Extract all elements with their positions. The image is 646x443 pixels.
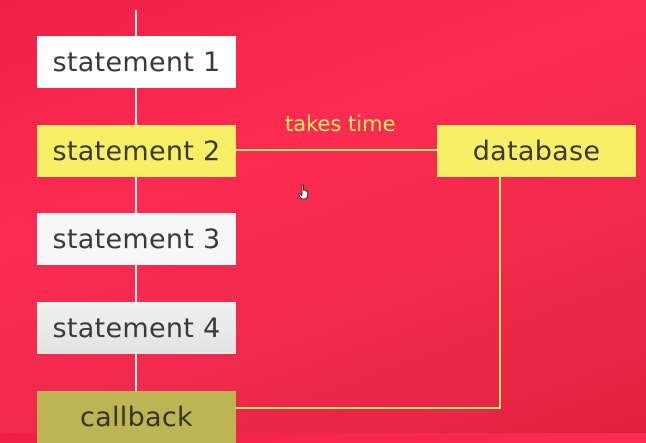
response-connector	[236, 177, 501, 409]
callback-box: callback	[37, 391, 236, 443]
statement-2-label: statement 2	[52, 135, 221, 167]
database-box: database	[437, 125, 636, 177]
diagram: statement 1 statement 2 statement 3 stat…	[0, 0, 646, 443]
statement-4-label: statement 4	[52, 312, 221, 344]
statement-2-box: statement 2	[37, 125, 236, 177]
takes-time-label: takes time	[285, 112, 396, 136]
database-label: database	[472, 135, 601, 167]
statement-1-label: statement 1	[52, 46, 221, 78]
callback-label: callback	[80, 401, 193, 433]
statement-1-box: statement 1	[37, 36, 236, 88]
hand-cursor-icon	[298, 184, 308, 200]
statement-4-box: statement 4	[37, 302, 236, 354]
statement-3-label: statement 3	[52, 223, 221, 255]
statement-3-box: statement 3	[37, 213, 236, 265]
